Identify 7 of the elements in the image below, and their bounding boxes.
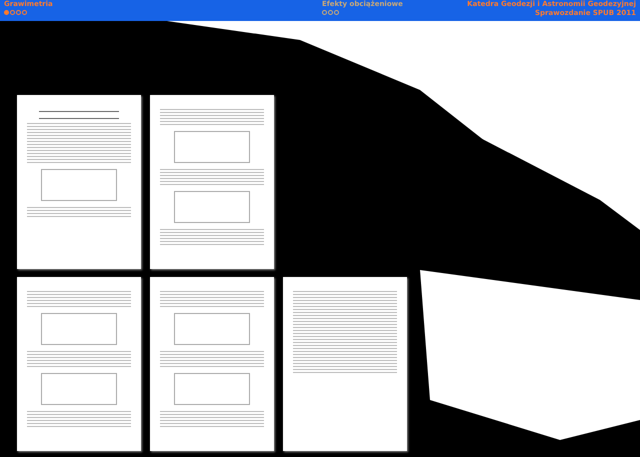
slide-dot[interactable] bbox=[22, 10, 27, 15]
slide-dot[interactable] bbox=[328, 10, 333, 15]
slide-dot[interactable] bbox=[4, 10, 9, 15]
slide-dot[interactable] bbox=[10, 10, 15, 15]
slide-dot[interactable] bbox=[16, 10, 21, 15]
slide-dot[interactable] bbox=[322, 10, 327, 15]
slide-dot[interactable] bbox=[334, 10, 339, 15]
